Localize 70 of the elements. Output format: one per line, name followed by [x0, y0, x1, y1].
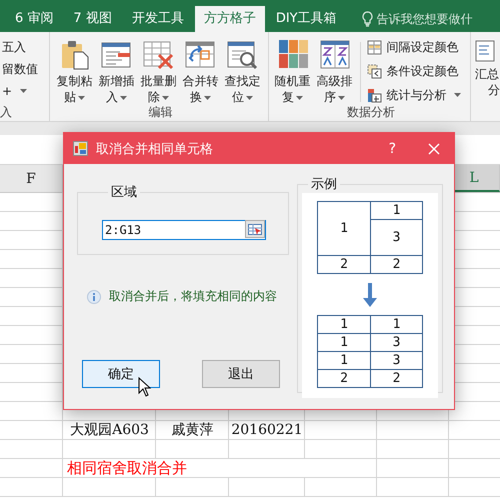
button-label[interactable]: 分	[488, 82, 500, 98]
table-cell-text: 20160221	[230, 421, 304, 439]
ribbon-button[interactable]: 复制粘贴	[53, 36, 96, 105]
table-cell: 3	[371, 352, 423, 370]
caret-icon	[246, 96, 253, 100]
table-cell: 2	[371, 256, 423, 274]
caret-icon	[296, 96, 304, 100]
table-cell: 1	[318, 202, 371, 256]
ribbon-button[interactable]: 随机重复	[272, 36, 314, 105]
ribbon-button[interactable]: 五入	[0, 38, 26, 56]
table-cell: 2	[318, 256, 371, 274]
ribbon-tab[interactable]: DIY工具箱	[266, 6, 346, 32]
close-icon[interactable]	[428, 142, 440, 154]
tell-me-field[interactable]: 告诉我您想要做什	[376, 12, 481, 26]
list-icon	[475, 40, 495, 62]
caret-icon	[454, 93, 461, 97]
lightbulb-icon	[362, 11, 373, 27]
ribbon-button[interactable]: 合并转换	[179, 36, 222, 105]
ribbon-button[interactable]: 间隔设定颜色	[366, 38, 461, 56]
group-label: 区域	[110, 184, 138, 201]
sort-icon	[318, 38, 351, 70]
table-cell: 1	[318, 334, 371, 352]
color-blocks-icon	[276, 38, 309, 70]
ribbon-tab[interactable]: 7 视图	[64, 6, 121, 32]
ribbon-button[interactable]: +	[0, 82, 28, 100]
condition-icon	[366, 64, 382, 78]
group-label: 入	[0, 104, 13, 121]
table-cell: 2	[371, 370, 423, 388]
ribbon-button[interactable]: 新增插入	[95, 36, 138, 105]
ribbon-button[interactable]: 统计与分析	[366, 86, 461, 104]
stats-icon	[366, 88, 382, 102]
table-cell: 1	[371, 202, 423, 220]
caret-icon	[162, 96, 169, 100]
caret-icon	[20, 89, 28, 93]
range-picker-button[interactable]	[245, 220, 265, 238]
table-cell: 1	[318, 352, 371, 370]
table-cell: 1	[318, 316, 371, 334]
ribbon-button[interactable]: 条件设定颜色	[366, 62, 461, 80]
down-arrow-icon	[363, 283, 377, 307]
group-label: 数据分析	[346, 104, 396, 121]
caret-icon	[120, 96, 127, 100]
help-button[interactable]: ?	[388, 140, 396, 156]
group-label: 编辑	[147, 104, 174, 121]
table-cell-text: 大观园A603	[69, 421, 150, 439]
dialog-button[interactable]: 退出	[202, 360, 280, 388]
caret-icon	[338, 96, 346, 100]
grid-color-icon	[366, 40, 382, 54]
cursor-icon	[138, 377, 151, 397]
ribbon-button[interactable]: 查找定位	[221, 36, 264, 105]
caret-icon	[204, 96, 211, 100]
table-cell: 3	[371, 334, 423, 352]
table-cell: 1	[371, 316, 423, 334]
group-label: 示例	[310, 176, 338, 193]
ribbon-tab[interactable]: 开发工具	[122, 6, 193, 32]
info-text: 取消合并后，将填充相同的内容	[109, 288, 277, 305]
ribbon-tab[interactable]: 6 审阅	[6, 6, 62, 32]
ribbon-button[interactable]: 留数值	[0, 60, 38, 78]
caret-icon	[78, 96, 85, 100]
table-cell-text: 戚黄萍	[170, 421, 214, 439]
table-cell: 3	[371, 220, 423, 256]
dialog-title: 取消合并相同单元格	[96, 140, 214, 158]
ribbon-tab[interactable]: 方方格子	[194, 6, 265, 32]
info-icon	[87, 290, 101, 304]
ribbon-button[interactable]: 高级排序	[314, 36, 356, 105]
button-label[interactable]: 汇总	[475, 66, 499, 82]
app-icon	[73, 141, 88, 156]
table-cell: 2	[318, 370, 371, 388]
dialog-button[interactable]: 确定	[82, 360, 160, 388]
grid-select-icon	[248, 224, 262, 234]
ribbon-button[interactable]: 批量删除	[137, 36, 180, 105]
